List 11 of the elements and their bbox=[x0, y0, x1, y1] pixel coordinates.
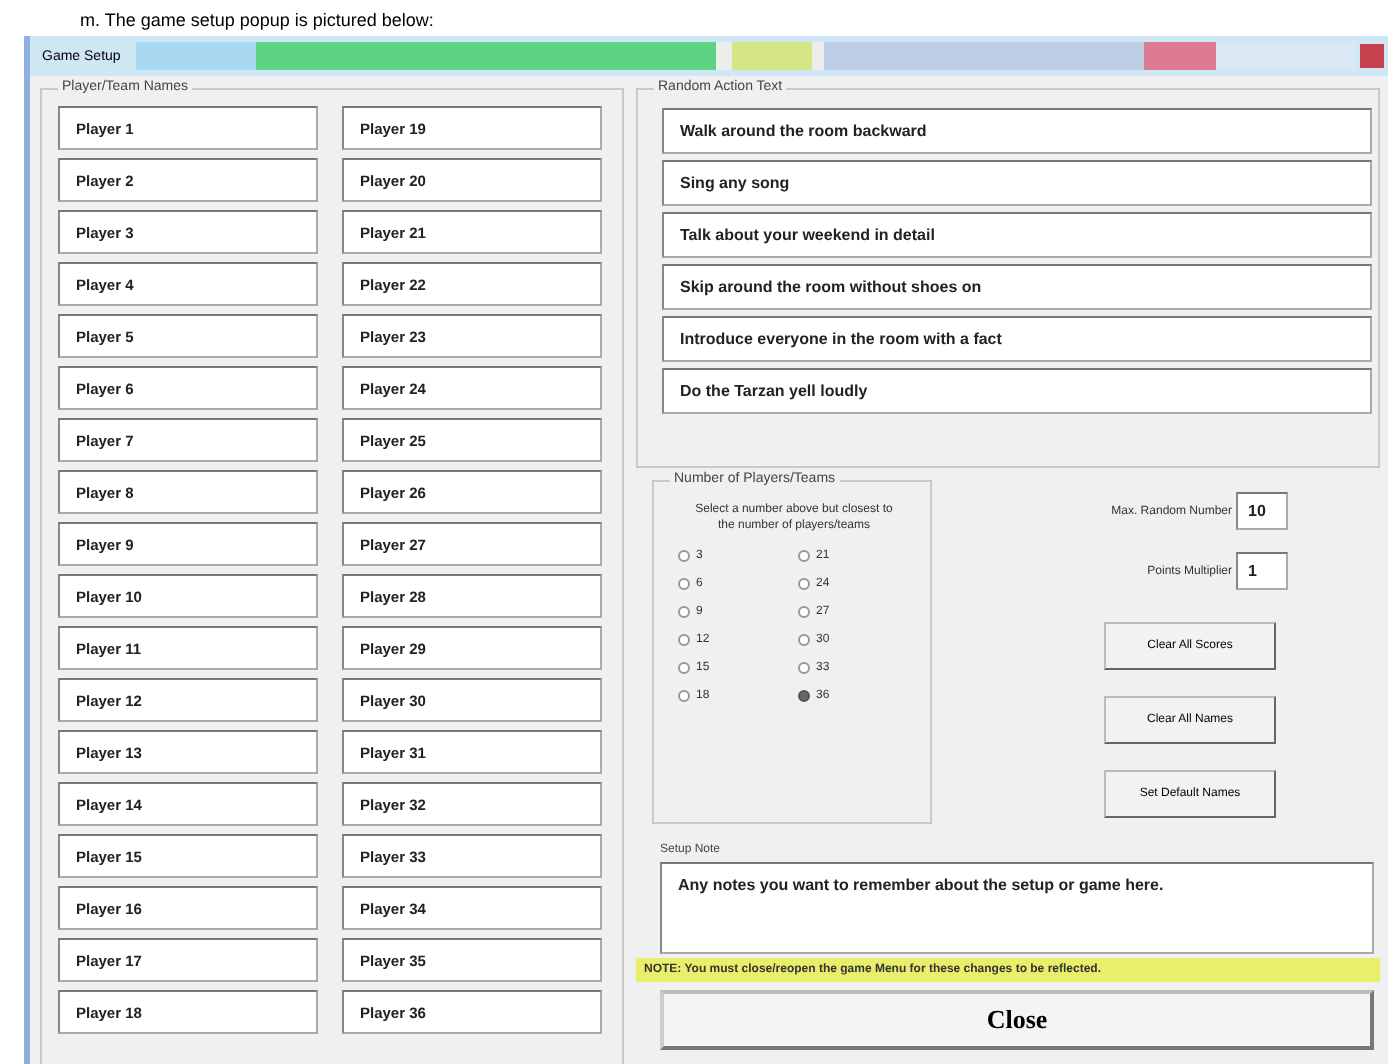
action-text-field[interactable]: Introduce everyone in the room with a fact bbox=[662, 316, 1372, 362]
number-field[interactable]: 10 bbox=[1236, 492, 1288, 530]
action-text-field[interactable]: Walk around the room backward bbox=[662, 108, 1372, 154]
action-text-field[interactable]: Talk about your weekend in detail bbox=[662, 212, 1372, 258]
action-text-field[interactable]: Sing any song bbox=[662, 160, 1372, 206]
close-button[interactable]: Close bbox=[660, 990, 1374, 1050]
caption-text: m. The game setup popup is pictured below: bbox=[78, 10, 436, 32]
number-field[interactable]: 1 bbox=[1236, 552, 1288, 590]
note-field[interactable]: Any notes you want to remember about the setup or game here. bbox=[660, 862, 1374, 954]
action-text-field[interactable]: Skip around the room without shoes on bbox=[662, 264, 1372, 310]
action-text-field[interactable]: Do the Tarzan yell loudly bbox=[662, 368, 1372, 414]
